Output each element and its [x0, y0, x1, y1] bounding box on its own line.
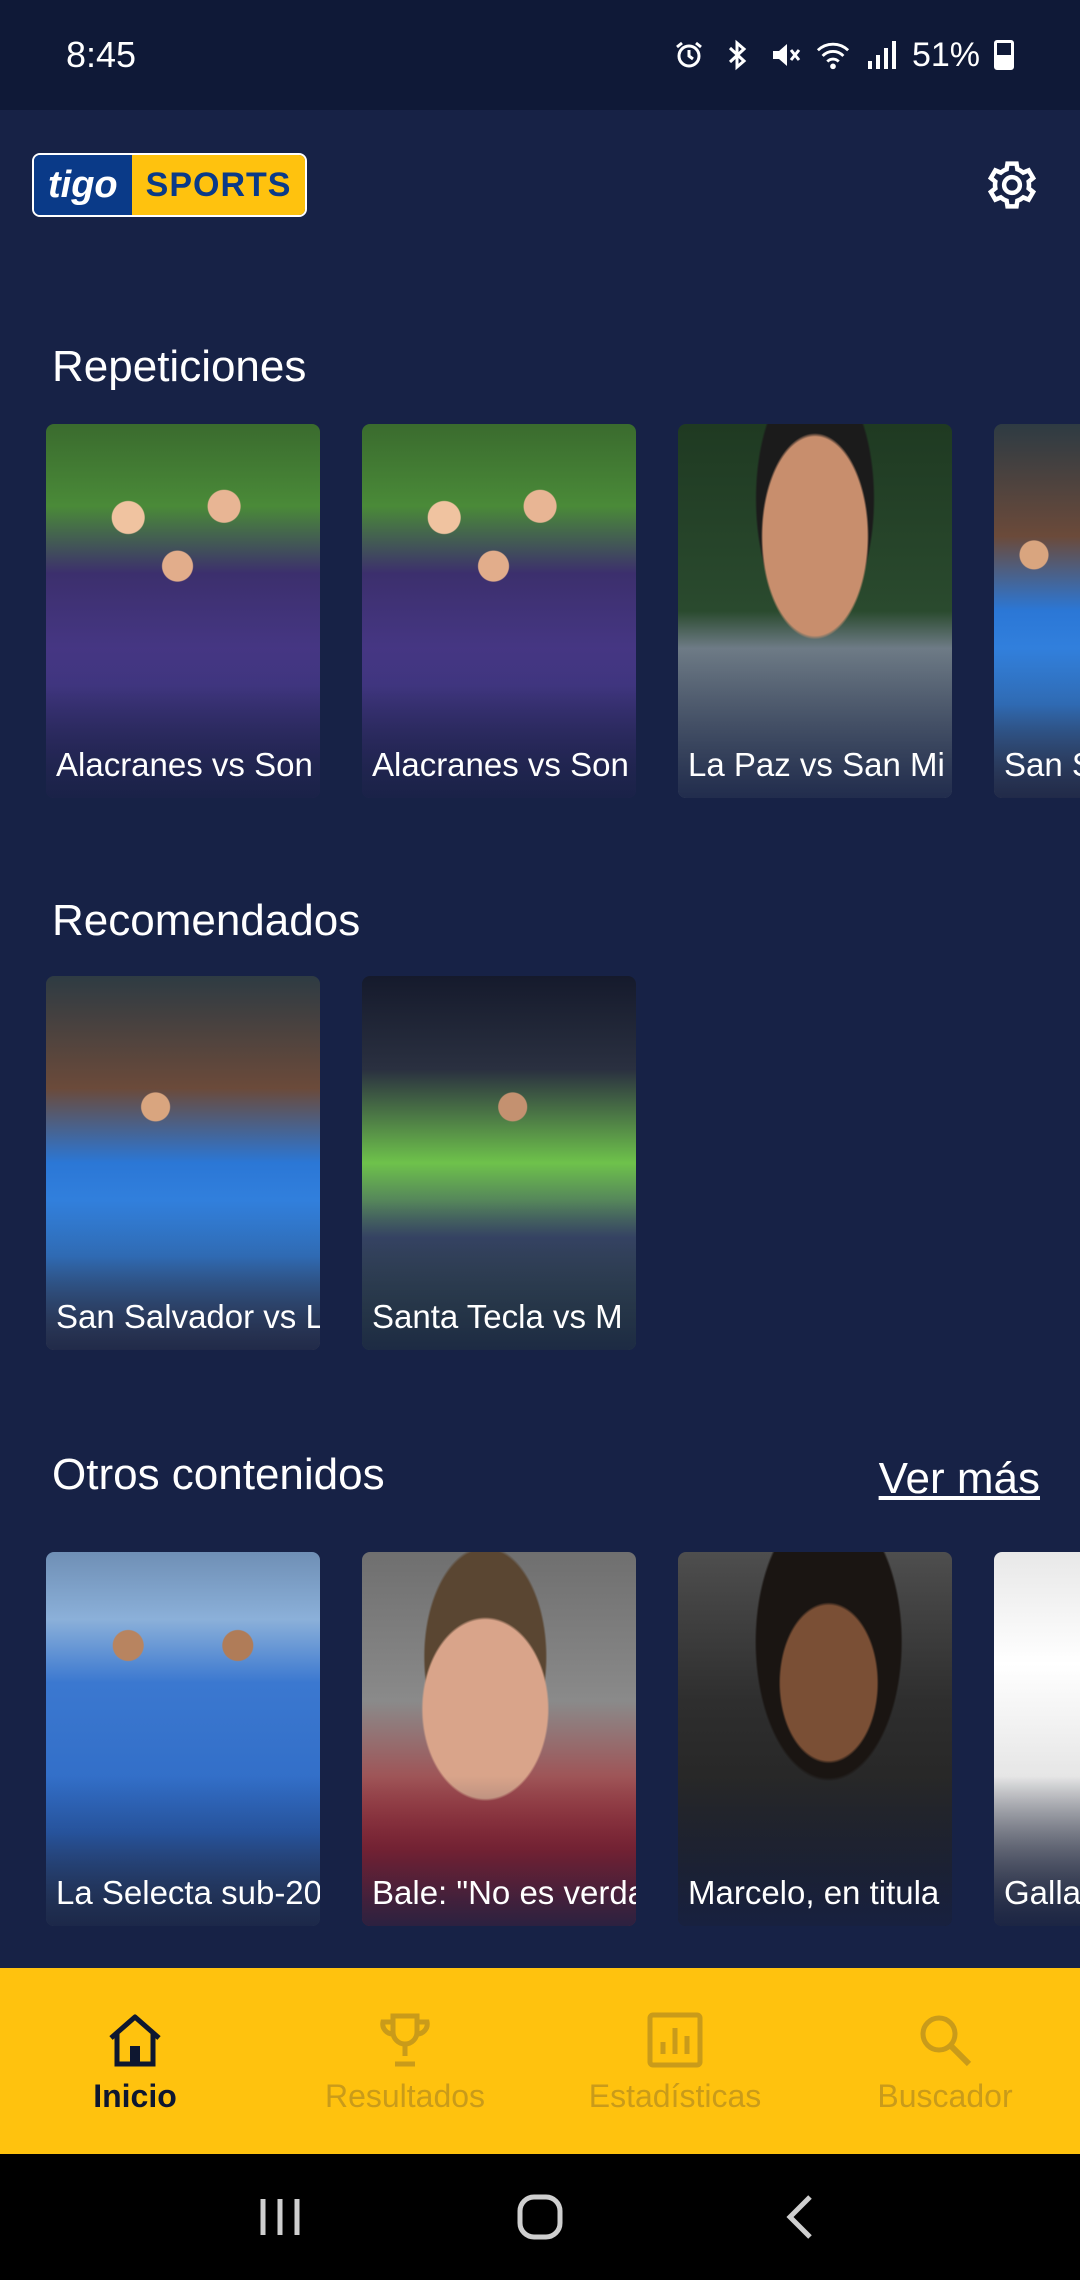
recent-apps-icon[interactable]: [240, 2187, 320, 2247]
logo-sports-text: SPORTS: [131, 155, 306, 215]
app-header: tigo SPORTS: [0, 110, 1080, 260]
carousel-repeticiones[interactable]: Alacranes vs Son Alacranes vs Son La Paz…: [46, 424, 1080, 798]
see-more-link[interactable]: Ver más: [879, 1454, 1040, 1504]
tigo-sports-logo: tigo SPORTS: [32, 153, 308, 217]
content-card[interactable]: Bale: "No es verda: [362, 1552, 636, 1926]
nav-label-inicio: Inicio: [93, 2077, 177, 2114]
bluetooth-icon: [720, 38, 754, 72]
video-card-title: San S: [1004, 746, 1080, 783]
content-card-title: Bale: "No es verda: [372, 1874, 636, 1911]
video-card-title: La Paz vs San Mi: [688, 746, 945, 783]
nav-label-estadisticas: Estadísticas: [588, 2077, 762, 2114]
video-card[interactable]: San Salvador vs L: [46, 976, 320, 1350]
video-card-title: Santa Tecla vs M: [372, 1298, 623, 1335]
video-card-title: Alacranes vs Son: [372, 746, 629, 783]
section-repeticiones: Repeticiones Alacranes vs Son Alacranes …: [0, 330, 1080, 810]
status-time: 8:45: [66, 34, 137, 75]
video-card[interactable]: La Paz vs San Mi: [678, 424, 952, 798]
section-title-otros: Otros contenidos: [52, 1450, 385, 1499]
home-button-icon[interactable]: [500, 2187, 580, 2247]
video-card[interactable]: Alacranes vs Son: [362, 424, 636, 798]
status-icons: 51%: [672, 36, 1014, 75]
nav-item-inicio[interactable]: Inicio: [0, 2008, 270, 2115]
section-otros-contenidos: Otros contenidos Ver más La Selecta sub-…: [0, 1438, 1080, 1958]
stats-icon: [643, 2008, 707, 2072]
content-card[interactable]: La Selecta sub-20: [46, 1552, 320, 1926]
section-title-recomendados: Recomendados: [52, 896, 361, 945]
video-card[interactable]: Alacranes vs Son: [46, 424, 320, 798]
wifi-icon: [816, 38, 850, 72]
alarm-icon: [672, 38, 706, 72]
video-card-title: Alacranes vs Son: [56, 746, 313, 783]
home-icon: [103, 2008, 167, 2072]
content-card[interactable]: Galla: [994, 1552, 1080, 1926]
section-title-repeticiones: Repeticiones: [52, 342, 307, 391]
trophy-icon: [373, 2008, 437, 2072]
content-card[interactable]: Marcelo, en titula: [678, 1552, 952, 1926]
battery-percent: 51%: [911, 35, 980, 74]
signal-icon: [864, 38, 898, 72]
content-card-title: Marcelo, en titula: [688, 1874, 940, 1911]
mute-icon: [768, 38, 802, 72]
content-card-title: La Selecta sub-20: [56, 1874, 320, 1911]
system-navigation-bar: [0, 2154, 1080, 2280]
content-card-title: Galla: [1004, 1874, 1080, 1911]
battery-icon: [994, 40, 1014, 70]
nav-item-buscador[interactable]: Buscador: [810, 2008, 1080, 2115]
logo-tigo-text: tigo: [34, 155, 132, 215]
bottom-navigation: Inicio Resultados Estadísticas Buscador: [0, 1968, 1080, 2154]
gear-icon[interactable]: [982, 155, 1042, 215]
nav-item-resultados[interactable]: Resultados: [270, 2008, 540, 2115]
search-icon: [913, 2008, 977, 2072]
nav-item-estadisticas[interactable]: Estadísticas: [540, 2008, 810, 2115]
video-card-title: San Salvador vs L: [56, 1298, 320, 1335]
nav-label-buscador: Buscador: [877, 2077, 1013, 2114]
carousel-recomendados[interactable]: San Salvador vs L Santa Tecla vs M: [46, 976, 636, 1350]
back-icon[interactable]: [760, 2187, 840, 2247]
video-card[interactable]: Santa Tecla vs M: [362, 976, 636, 1350]
video-card[interactable]: San S: [994, 424, 1080, 798]
status-bar: 8:45 51%: [0, 0, 1080, 110]
nav-label-resultados: Resultados: [324, 2077, 486, 2114]
section-recomendados: Recomendados San Salvador vs L Santa Tec…: [0, 884, 1080, 1364]
carousel-otros[interactable]: La Selecta sub-20 Bale: "No es verda Mar…: [46, 1552, 1080, 1926]
